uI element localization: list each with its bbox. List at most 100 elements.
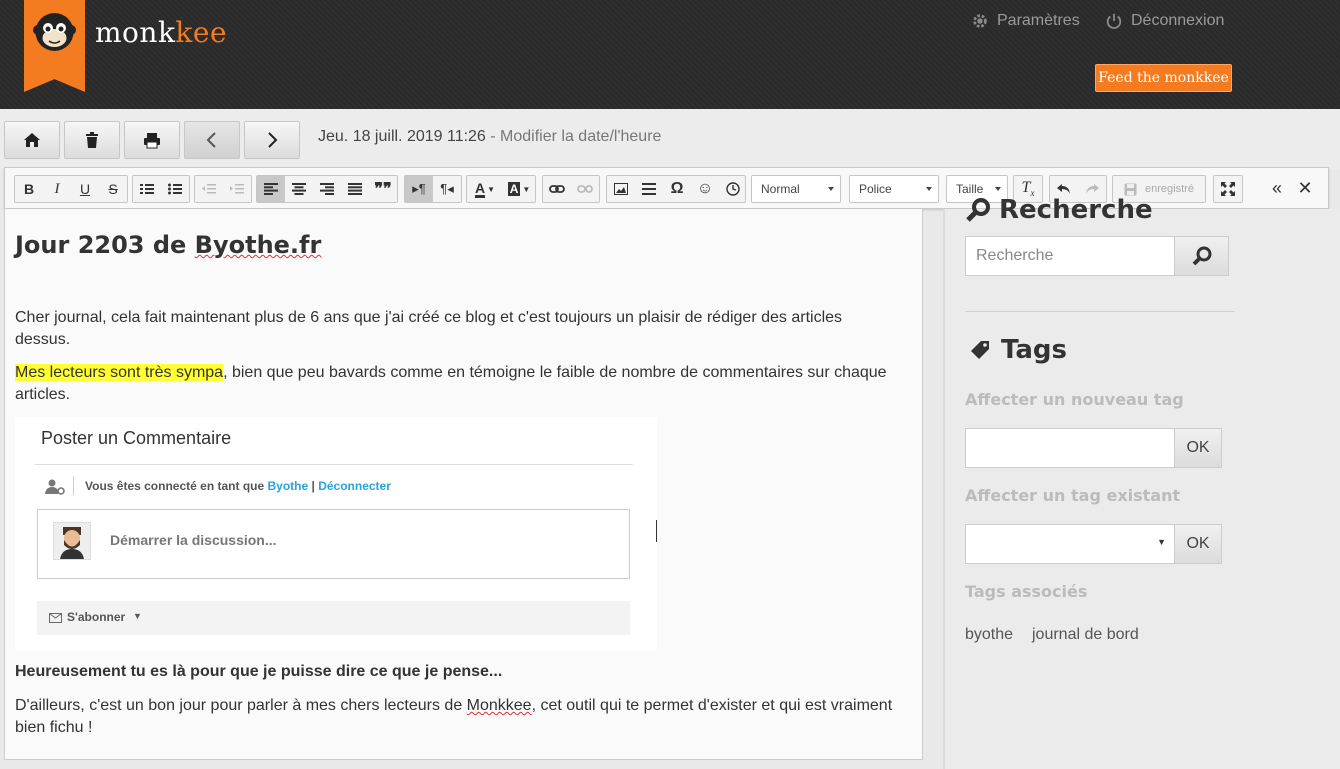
embedded-comment-screenshot: Poster un Commentaire Vous êtes connecté…: [15, 417, 657, 650]
list-group: [132, 175, 190, 203]
text-color-button[interactable]: A ▼: [469, 176, 501, 202]
monkkee-logo[interactable]: [24, 0, 85, 92]
align-right-icon: [320, 183, 334, 195]
divider: [965, 311, 1235, 312]
insert-group: Ω ☺: [606, 175, 746, 203]
monkey-icon: [33, 13, 76, 51]
italic-button[interactable]: I: [43, 176, 71, 202]
blockquote-button[interactable]: ❞❞: [369, 176, 397, 202]
previous-entry-button[interactable]: [184, 121, 240, 159]
gear-icon: [973, 14, 987, 28]
collapse-toolbar-button[interactable]: «: [1263, 175, 1291, 201]
rtl-icon: ¶◂: [440, 181, 454, 196]
bullet-list-icon: [168, 183, 182, 195]
justify-button[interactable]: [341, 176, 369, 202]
new-tag-ok-button[interactable]: OK: [1174, 428, 1222, 468]
smiley-icon: ☺: [696, 180, 714, 197]
tags-heading: Tags: [969, 335, 1067, 365]
numbered-list-button[interactable]: [133, 176, 161, 202]
search-icon: [966, 198, 990, 222]
unlink-button[interactable]: [571, 176, 599, 202]
chevron-down-icon: [995, 187, 1001, 191]
save-status-label: enregistré: [1145, 183, 1194, 195]
special-char-button[interactable]: Ω: [663, 176, 691, 202]
sidebar: Recherche Recherche Tags Affecter un nou…: [943, 195, 1340, 769]
subscribe-label: S'abonner: [67, 610, 126, 624]
chevron-down-icon: ▼: [1157, 537, 1166, 547]
trash-icon: [86, 132, 98, 148]
divider: [35, 464, 633, 465]
power-icon: [1106, 13, 1122, 29]
rtl-button[interactable]: ¶◂: [433, 176, 461, 202]
entry-date: Jeu. 18 juill. 2019 11:26 - Modifier la …: [318, 128, 662, 145]
align-right-button[interactable]: [313, 176, 341, 202]
background-color-button[interactable]: A ▼: [503, 176, 535, 202]
existing-tag-ok-button[interactable]: OK: [1174, 524, 1222, 564]
chevron-right-icon: [268, 132, 278, 148]
entry-paragraph-2: Mes lecteurs sont très sympa, bien que p…: [15, 364, 887, 403]
envelope-icon: [49, 613, 62, 623]
existing-tag-label: Affecter un tag existant: [965, 486, 1181, 505]
new-tag-label: Affecter un nouveau tag: [965, 390, 1184, 409]
insert-time-button[interactable]: [719, 176, 747, 202]
logout-link[interactable]: Déconnexion: [1105, 10, 1224, 32]
chevron-down-icon: [926, 187, 932, 191]
expand-icon: [1221, 182, 1235, 196]
start-discussion-text: Démarrer la discussion...: [110, 532, 277, 548]
tag-byothe[interactable]: byothe: [965, 626, 1013, 644]
divider: [73, 477, 74, 495]
outdent-icon: [202, 184, 216, 194]
highlighted-text: Mes lecteurs sont très sympa: [15, 364, 224, 381]
image-icon: [614, 183, 628, 195]
underline-button[interactable]: U: [71, 176, 99, 202]
modify-date-link[interactable]: Modifier la date/l'heure: [500, 128, 661, 145]
indent-button[interactable]: [223, 176, 251, 202]
maximize-group: [1213, 175, 1243, 203]
bold-button[interactable]: B: [15, 176, 43, 202]
subscribe-bar: S'abonner ▼: [37, 601, 630, 635]
print-button[interactable]: [124, 121, 180, 159]
next-entry-button[interactable]: [244, 121, 300, 159]
close-editor-button[interactable]: ✕: [1291, 175, 1319, 201]
insert-image-button[interactable]: [607, 176, 635, 202]
align-center-button[interactable]: [285, 176, 313, 202]
unlink-icon: [577, 185, 593, 193]
bullet-list-button[interactable]: [161, 176, 189, 202]
ltr-icon: ▸¶: [412, 181, 426, 196]
font-select[interactable]: Police: [849, 175, 939, 203]
insert-link-button[interactable]: [543, 176, 571, 202]
search-icon: [1192, 246, 1211, 266]
text-color-icon: A: [474, 179, 486, 198]
delete-button[interactable]: [64, 121, 120, 159]
strikethrough-button[interactable]: S: [99, 176, 127, 202]
home-button[interactable]: [4, 121, 60, 159]
alignment-group: ❞❞: [256, 175, 398, 203]
chevron-left-icon: [206, 132, 216, 148]
new-tag-input[interactable]: [965, 428, 1175, 468]
comment-box: Démarrer la discussion...: [37, 509, 630, 579]
entry-editor[interactable]: Jour 2203 de Byothe.fr Cher journal, cel…: [4, 209, 923, 760]
close-icon: ✕: [1297, 177, 1313, 198]
entry-title: Jour 2203 de Byothe.fr: [15, 231, 322, 259]
ltr-button[interactable]: ▸¶: [405, 176, 433, 202]
tag-journal-de-bord[interactable]: journal de bord: [1032, 626, 1139, 644]
horizontal-rule-button[interactable]: [635, 176, 663, 202]
existing-tag-select[interactable]: ▼: [965, 524, 1175, 564]
align-left-button[interactable]: [257, 176, 285, 202]
quote-icon: ❞❞: [374, 181, 392, 198]
tag-icon: [971, 341, 989, 359]
settings-link[interactable]: Paramètres: [971, 10, 1080, 32]
color-group: A ▼ A ▼: [466, 175, 536, 203]
link-group: [542, 175, 600, 203]
outdent-button[interactable]: [195, 176, 223, 202]
logo-wordmark: monkkee: [95, 16, 228, 49]
search-input[interactable]: Recherche: [965, 236, 1175, 276]
format-select[interactable]: Normal: [751, 175, 841, 203]
app-header: monkkee Paramètres Déconnexion Feed the …: [0, 0, 1340, 109]
search-button[interactable]: [1174, 236, 1229, 276]
indent-icon: [230, 184, 244, 194]
align-left-icon: [264, 183, 278, 195]
maximize-button[interactable]: [1214, 176, 1242, 202]
feed-the-monkkee-button[interactable]: Feed the monkkee: [1095, 64, 1232, 92]
emoji-button[interactable]: ☺: [691, 176, 719, 202]
